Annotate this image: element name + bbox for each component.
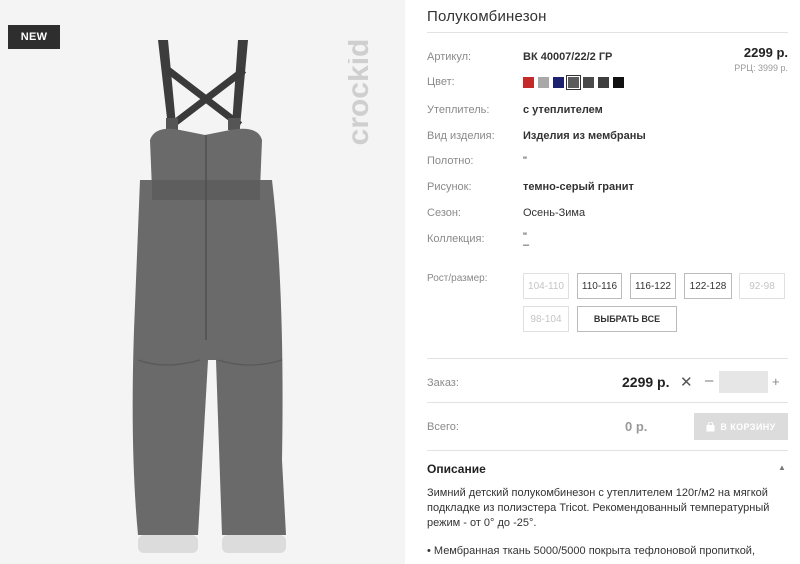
order-label: Заказ: [427,377,459,389]
color-swatch-charcoal[interactable] [598,77,609,88]
brand-logo-text: crockid [348,39,375,146]
color-swatch-black[interactable] [613,77,624,88]
product-rrp: РРЦ: 3999 р. [734,63,788,73]
garment-image [132,40,286,553]
season-label: Сезон: [427,207,461,219]
total-label: Всего: [427,421,459,433]
insulation-label: Утеплитель: [427,104,490,116]
color-swatch-graphite[interactable] [583,77,594,88]
pattern-value: темно-серый гранит [523,181,634,193]
select-all-sizes-button[interactable]: ВЫБРАТЬ ВСЕ [577,306,677,332]
color-label: Цвет: [427,76,455,88]
order-divider-mid [427,402,788,403]
brand-logo: crockid [348,39,375,146]
season-value: Осень-Зима [523,207,586,219]
title-divider [427,32,788,33]
add-to-cart-button[interactable]: В КОРЗИНУ [694,413,788,440]
size-option-98-104[interactable]: 98-104 [523,306,569,332]
size-option-110-116[interactable]: 110-116 [577,273,622,299]
collapse-caret-icon[interactable]: ▲ [778,463,786,472]
size-option-116-122[interactable]: 116-122 [630,273,676,299]
description-divider [427,450,788,451]
size-option-104-110[interactable]: 104-110 [523,273,569,299]
order-divider-top [427,358,788,359]
kind-value: Изделия из мембраны [523,130,646,142]
kind-label: Вид изделия: [427,130,495,142]
color-swatch-dark-gray[interactable] [566,75,581,90]
color-swatch-red[interactable] [523,77,534,88]
add-to-cart-label: В КОРЗИНУ [720,421,776,432]
quantity-input[interactable] [719,371,768,393]
product-price: 2299 р. [743,45,788,60]
description-text: Зимний детский полукомбинезон с утеплите… [427,487,770,529]
pattern-label: Рисунок: [427,181,472,193]
size-option-92-98[interactable]: 92-98 [739,273,785,299]
fabric-value: " [523,155,527,167]
size-label: Рост/размер: [427,273,488,284]
total-value: 0 р. [625,419,648,434]
fabric-label: Полотно: [427,155,474,167]
product-photo[interactable]: NEW crockid [0,0,405,564]
description-title[interactable]: Описание [427,462,486,476]
decrement-button[interactable]: – [705,372,713,389]
article-value: ВК 40007/22/2 ГР [523,51,613,63]
insulation-value: с утеплителем [523,104,603,116]
new-badge: NEW [8,25,60,49]
article-label: Артикул: [427,51,472,63]
increment-button[interactable]: + [772,374,780,389]
color-swatches [523,75,624,90]
description-bullet: • Мембранная ткань 5000/5000 покрыта теф… [427,545,756,557]
collection-label: Коллекция: [427,233,485,245]
color-swatch-navy[interactable] [553,77,564,88]
size-option-122-128[interactable]: 122-128 [684,273,732,299]
order-price: 2299 р. [622,374,670,390]
product-info-panel: Полукомбинезон 2299 р. РРЦ: 3999 р. Арти… [427,0,800,564]
remove-icon[interactable]: ✕ [680,373,693,391]
color-swatch-light-gray[interactable] [538,77,549,88]
product-title: Полукомбинезон [427,8,547,25]
cart-icon [706,421,715,431]
collection-value-2: – [523,239,530,251]
